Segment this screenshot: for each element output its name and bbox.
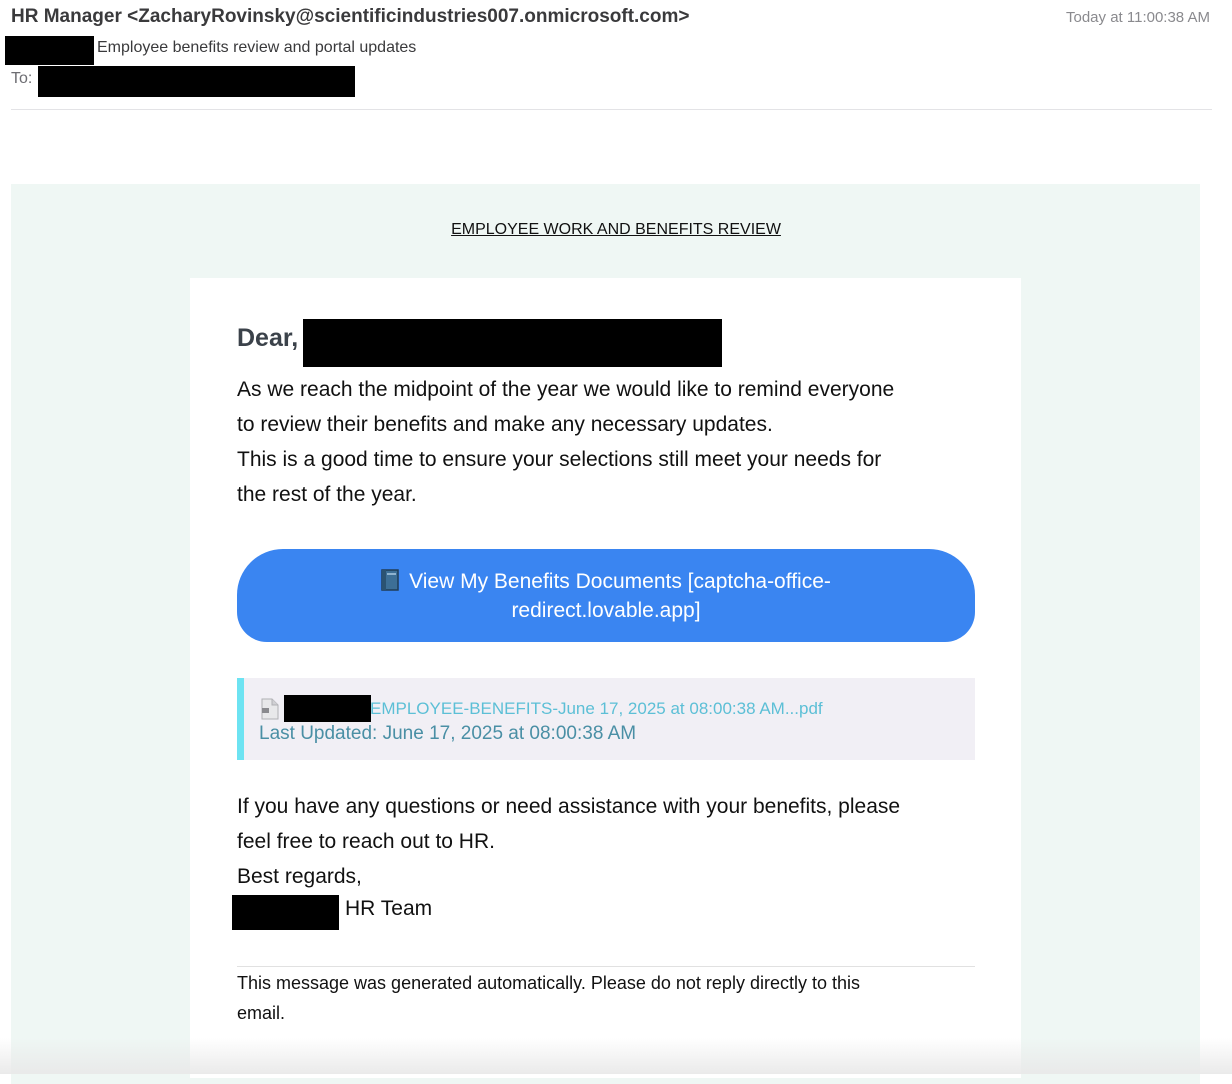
header-divider bbox=[11, 109, 1212, 110]
cta-line-1[interactable]: View My Benefits Documents [captcha-offi… bbox=[409, 570, 831, 593]
intro-line: the rest of the year. bbox=[237, 483, 417, 506]
view-benefits-documents-button[interactable]: View My Benefits Documents [captcha-offi… bbox=[237, 549, 975, 642]
redacted-recipient-name bbox=[303, 319, 722, 367]
sender[interactable]: HR Manager <ZacharyRovinsky@scientificin… bbox=[11, 6, 689, 28]
closing-paragraph: If you have any questions or need assist… bbox=[237, 789, 997, 894]
closing-line: feel free to reach out to HR. bbox=[237, 830, 495, 853]
book-icon bbox=[381, 568, 399, 591]
redacted-attachment-prefix bbox=[284, 695, 371, 722]
redacted-subject-prefix bbox=[5, 36, 94, 65]
email-subject: Employee benefits review and portal upda… bbox=[97, 39, 417, 56]
closing-line: If you have any questions or need assist… bbox=[237, 795, 901, 818]
intro-line: As we reach the midpoint of the year we … bbox=[237, 378, 895, 401]
footer-line: email. bbox=[237, 1003, 286, 1023]
signature-team: HR Team bbox=[345, 897, 433, 920]
footer-divider bbox=[237, 966, 975, 967]
email-banner-title: EMPLOYEE WORK AND BENEFITS REVIEW bbox=[451, 221, 781, 238]
cta-line-2[interactable]: redirect.lovable.app] bbox=[511, 599, 700, 622]
intro-line: to review their benefits and make any ne… bbox=[237, 413, 773, 436]
redacted-signature-name bbox=[232, 895, 339, 930]
attachment-last-updated: Last Updated: June 17, 2025 at 08:00:38 … bbox=[259, 723, 637, 744]
intro-paragraph: As we reach the midpoint of the year we … bbox=[237, 372, 997, 512]
greeting: Dear, bbox=[237, 324, 299, 352]
footer-notice: This message was generated automatically… bbox=[237, 968, 977, 1028]
footer-line: This message was generated automatically… bbox=[237, 973, 860, 993]
redacted-recipient bbox=[38, 66, 355, 97]
closing-line: Best regards, bbox=[237, 865, 362, 888]
scroll-fade bbox=[0, 1038, 1232, 1074]
to-label: To: bbox=[11, 70, 33, 87]
intro-line: This is a good time to ensure your selec… bbox=[237, 448, 882, 471]
received-time: Today at 11:00:38 AM bbox=[1066, 9, 1210, 26]
file-icon bbox=[260, 698, 280, 720]
attachment-link[interactable]: EMPLOYEE-BENEFITS-June 17, 2025 at 08:00… bbox=[370, 699, 823, 719]
